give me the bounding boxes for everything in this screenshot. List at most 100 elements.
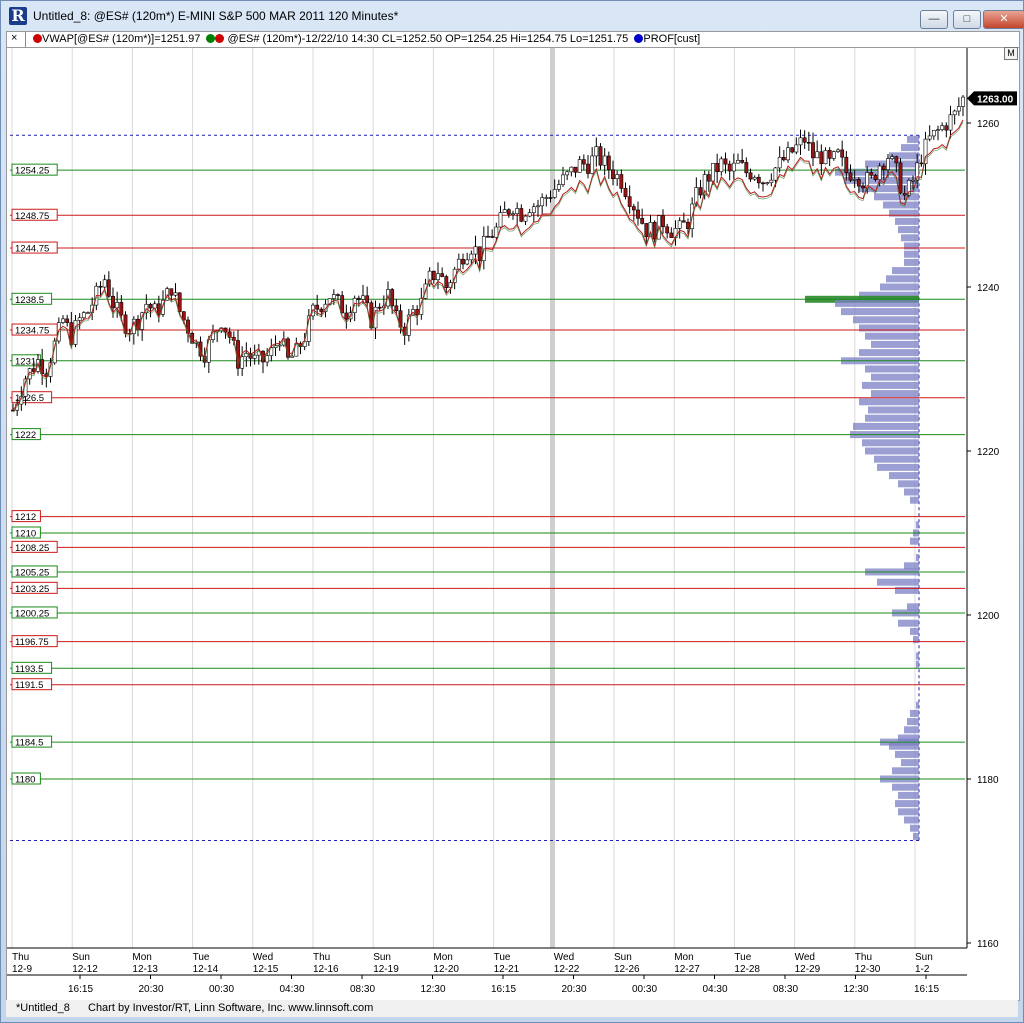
candle-body[interactable]	[531, 206, 536, 213]
candle-body[interactable]	[798, 137, 803, 146]
vwap-color-icon[interactable]	[33, 34, 42, 43]
candle-body[interactable]	[336, 294, 340, 296]
candle-body[interactable]	[506, 209, 511, 215]
candle-body[interactable]	[502, 209, 507, 213]
chart-menu-button[interactable]: M	[1004, 47, 1018, 60]
candle-body[interactable]	[936, 129, 940, 131]
price-chart[interactable]: 1254.25 1248.75 1244.75 1238.5 1234.75 1231 12…	[7, 48, 1019, 1000]
candle-body[interactable]	[361, 295, 365, 300]
candle-body[interactable]	[890, 156, 895, 159]
candle-body[interactable]	[598, 146, 603, 166]
candle-body[interactable]	[265, 355, 270, 363]
candle-body[interactable]	[836, 149, 840, 152]
candle-body[interactable]	[706, 174, 711, 182]
candle-body[interactable]	[465, 259, 470, 265]
candle-body[interactable]	[561, 174, 565, 185]
candle-body[interactable]	[619, 174, 624, 189]
candle-body[interactable]	[661, 215, 665, 228]
candle-body[interactable]	[731, 162, 736, 172]
candle-body[interactable]	[594, 146, 599, 157]
candle-body[interactable]	[711, 163, 715, 182]
candle-body[interactable]	[881, 165, 886, 170]
candle-body[interactable]	[148, 303, 153, 309]
candle-body[interactable]	[577, 159, 582, 173]
candle-body[interactable]	[786, 147, 790, 161]
candle-body[interactable]	[794, 144, 799, 153]
candle-body[interactable]	[956, 106, 961, 112]
candle-body[interactable]	[761, 182, 765, 185]
candle-body[interactable]	[806, 141, 811, 144]
bar-up-color-icon[interactable]	[206, 34, 216, 43]
candle-body[interactable]	[540, 197, 545, 207]
candle-body[interactable]	[390, 289, 395, 307]
candle-body[interactable]	[252, 354, 257, 359]
candle-body[interactable]	[544, 197, 549, 199]
candle-body[interactable]	[244, 353, 249, 358]
candle-body[interactable]	[944, 125, 949, 131]
candle-body[interactable]	[615, 174, 620, 179]
candle-body[interactable]	[861, 185, 865, 189]
candle-body[interactable]	[365, 295, 370, 304]
candle-body[interactable]	[377, 306, 382, 309]
candle-body[interactable]	[669, 232, 674, 238]
candle-body[interactable]	[781, 157, 786, 161]
legend-close-icon[interactable]: ×	[11, 32, 17, 44]
candle-body[interactable]	[240, 356, 245, 369]
candle-body[interactable]	[344, 312, 349, 320]
candle-body[interactable]	[811, 142, 815, 159]
candle-body[interactable]	[765, 182, 770, 184]
candle-body[interactable]	[111, 295, 115, 309]
profile-color-icon[interactable]	[634, 34, 644, 43]
candle-body[interactable]	[886, 158, 890, 170]
candle-body[interactable]	[665, 226, 670, 234]
candle-body[interactable]	[527, 212, 532, 217]
candle-body[interactable]	[477, 246, 482, 262]
candle-body[interactable]	[486, 235, 490, 238]
candle-body[interactable]	[919, 162, 924, 165]
candle-body[interactable]	[831, 151, 836, 159]
candle-body[interactable]	[902, 192, 907, 196]
candle-body[interactable]	[102, 279, 107, 288]
candle-body[interactable]	[315, 304, 320, 310]
candle-body[interactable]	[65, 318, 70, 323]
candle-body[interactable]	[623, 188, 628, 197]
candle-body[interactable]	[519, 208, 524, 222]
candle-body[interactable]	[498, 212, 503, 228]
candle-body[interactable]	[548, 197, 553, 199]
candle-body[interactable]	[444, 276, 449, 289]
candle-body[interactable]	[431, 270, 436, 281]
candle-body[interactable]	[473, 246, 478, 255]
bar-legend-label[interactable]: @ES# (120m*)-12/22/10 14:30 CL=1252.50 O…	[228, 33, 629, 45]
candle-body[interactable]	[331, 294, 336, 299]
candle-body[interactable]	[61, 318, 65, 323]
candle-body[interactable]	[894, 156, 899, 164]
candle-body[interactable]	[677, 220, 682, 229]
candle-body[interactable]	[727, 163, 732, 172]
candle-body[interactable]	[802, 137, 807, 143]
candle-body[interactable]	[77, 317, 82, 321]
candle-body[interactable]	[636, 209, 640, 219]
candle-body[interactable]	[515, 208, 520, 215]
candle-body[interactable]	[573, 166, 578, 173]
candle-body[interactable]	[756, 176, 761, 184]
candle-body[interactable]	[927, 135, 932, 140]
candle-body[interactable]	[556, 184, 561, 190]
candle-body[interactable]	[523, 215, 528, 222]
candle-body[interactable]	[681, 220, 686, 223]
candle-body[interactable]	[715, 163, 720, 173]
candle-body[interactable]	[581, 159, 586, 165]
candle-body[interactable]	[586, 163, 590, 174]
candle-body[interactable]	[740, 160, 745, 163]
chart-tab[interactable]: *Untitled_8	[16, 1002, 70, 1014]
minimize-button[interactable]: —	[920, 10, 948, 29]
candle-body[interactable]	[736, 160, 740, 164]
candle-body[interactable]	[952, 110, 957, 116]
candle-body[interactable]	[173, 292, 178, 296]
close-button[interactable]: ✕	[983, 10, 1024, 29]
candle-body[interactable]	[611, 169, 615, 179]
candle-body[interactable]	[744, 162, 749, 174]
candle-body[interactable]	[640, 218, 645, 224]
chart-canvas[interactable]: 1254.25 1248.75 1244.75 1238.5 1234.75 1231 12…	[6, 47, 1020, 1001]
candle-body[interactable]	[823, 150, 828, 165]
title-bar[interactable]: R Untitled_8: @ES# (120m*) E-MINI S&P 50…	[1, 1, 1024, 31]
